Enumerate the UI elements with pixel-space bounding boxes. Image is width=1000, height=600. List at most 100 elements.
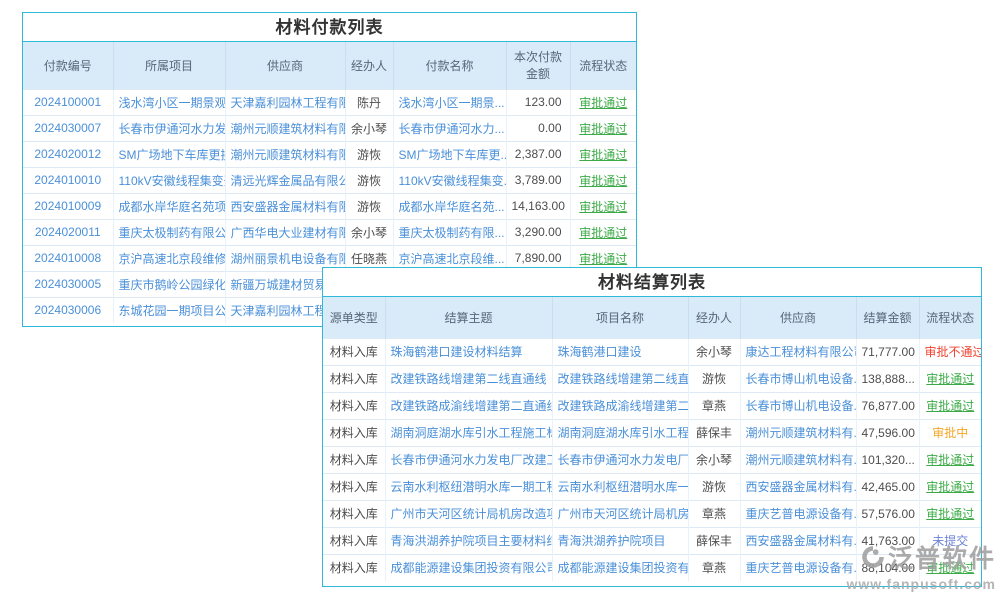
subject-link[interactable]: 长春市伊通河水力发电厂改建工程... bbox=[385, 446, 552, 473]
project-link[interactable]: 京沪高速北京段维修 bbox=[113, 245, 225, 271]
payment-amount: 3,290.00 bbox=[506, 219, 570, 245]
status-link[interactable]: 审批通过 bbox=[919, 500, 981, 527]
supplier-link[interactable]: 重庆艺普电源设备有... bbox=[740, 500, 856, 527]
subject-link[interactable]: 青海洪湖养护院项目主要材料结算 bbox=[385, 527, 552, 554]
status-link[interactable]: 审批不通过 bbox=[919, 338, 981, 365]
subject-link[interactable]: 改建铁路线增建第二线直通线（成... bbox=[385, 365, 552, 392]
payment-table-header-row: 付款编号所属项目供应商经办人付款名称本次付款金额流程状态 bbox=[23, 42, 636, 89]
project-link[interactable]: 珠海鹤港口建设 bbox=[552, 338, 688, 365]
handler-name: 薛保丰 bbox=[688, 419, 740, 446]
supplier-link[interactable]: 广西华电大业建材有限... bbox=[225, 219, 345, 245]
project-link[interactable]: 成都水岸华庭名苑项目... bbox=[113, 193, 225, 219]
payment-id-link[interactable]: 2024010008 bbox=[23, 245, 113, 271]
status-link[interactable]: 审批通过 bbox=[919, 365, 981, 392]
project-link[interactable]: 东城花园一期项目公寓... bbox=[113, 297, 225, 323]
handler-name: 游恢 bbox=[688, 473, 740, 500]
settlement-amount: 42,465.00 bbox=[856, 473, 919, 500]
status-link[interactable]: 审批通过 bbox=[570, 193, 636, 219]
subject-link[interactable]: 成都能源建设集团投资有限公司临... bbox=[385, 554, 552, 581]
table-row: 2024010009成都水岸华庭名苑项目...西安盛器金属材料有限...游恢成都… bbox=[23, 193, 636, 219]
supplier-link[interactable]: 长春市博山机电设备... bbox=[740, 365, 856, 392]
supplier-link[interactable]: 清远光辉金属品有限公司 bbox=[225, 167, 345, 193]
payment-window-title: 材料付款列表 bbox=[23, 13, 636, 42]
source-type: 材料入库 bbox=[323, 338, 385, 365]
column-header-supplier: 供应商 bbox=[225, 42, 345, 89]
column-header-payment-name: 付款名称 bbox=[393, 42, 506, 89]
supplier-link[interactable]: 潮州元顺建筑材料有限... bbox=[225, 115, 345, 141]
table-row: 材料入库珠海鹤港口建设材料结算珠海鹤港口建设余小琴康达工程材料有限公司71,77… bbox=[323, 338, 981, 365]
subject-link[interactable]: 云南水利枢纽潜明水库一期工程施... bbox=[385, 473, 552, 500]
project-link[interactable]: 重庆市鹅岭公园绿化景... bbox=[113, 271, 225, 297]
project-link[interactable]: 湖南洞庭湖水库引水工程... bbox=[552, 419, 688, 446]
status-link[interactable]: 审批通过 bbox=[570, 89, 636, 115]
payment-amount: 0.00 bbox=[506, 115, 570, 141]
payment-id-link[interactable]: 2024020012 bbox=[23, 141, 113, 167]
column-header-supplier: 供应商 bbox=[740, 297, 856, 338]
project-link[interactable]: 改建铁路成渝线增建第二... bbox=[552, 392, 688, 419]
status-link[interactable]: 审批通过 bbox=[570, 167, 636, 193]
supplier-link[interactable]: 潮州元顺建筑材料有... bbox=[740, 446, 856, 473]
column-header-amount: 本次付款金额 bbox=[506, 42, 570, 89]
project-link[interactable]: 青海洪湖养护院项目 bbox=[552, 527, 688, 554]
project-link[interactable]: 广州市天河区统计局机房... bbox=[552, 500, 688, 527]
table-row: 2024100001浅水湾小区一期景观提...天津嘉利园林工程有限...陈丹浅水… bbox=[23, 89, 636, 115]
project-link[interactable]: 110kV安徽线程集变开断... bbox=[113, 167, 225, 193]
payment-name-link[interactable]: 成都水岸华庭名苑... bbox=[393, 193, 506, 219]
source-type: 材料入库 bbox=[323, 473, 385, 500]
payment-name-link[interactable]: 重庆太极制药有限... bbox=[393, 219, 506, 245]
handler-name: 游恢 bbox=[345, 193, 393, 219]
supplier-link[interactable]: 西安盛器金属材料有... bbox=[740, 527, 856, 554]
status-link[interactable]: 审批通过 bbox=[570, 141, 636, 167]
settlement-window-title: 材料结算列表 bbox=[323, 268, 981, 297]
subject-link[interactable]: 广州市天河区统计局机房改造项目... bbox=[385, 500, 552, 527]
status-link[interactable]: 审批通过 bbox=[570, 115, 636, 141]
column-header-status: 流程状态 bbox=[919, 297, 981, 338]
supplier-link[interactable]: 重庆艺普电源设备有... bbox=[740, 554, 856, 581]
subject-link[interactable]: 珠海鹤港口建设材料结算 bbox=[385, 338, 552, 365]
supplier-link[interactable]: 西安盛器金属材料有限... bbox=[225, 193, 345, 219]
payment-id-link[interactable]: 2024010009 bbox=[23, 193, 113, 219]
handler-name: 陈丹 bbox=[345, 89, 393, 115]
status-link[interactable]: 审批通过 bbox=[919, 473, 981, 500]
payment-id-link[interactable]: 2024020011 bbox=[23, 219, 113, 245]
status-link[interactable]: 审批中 bbox=[919, 419, 981, 446]
supplier-link[interactable]: 西安盛器金属材料有... bbox=[740, 473, 856, 500]
project-link[interactable]: 重庆太极制药有限公司... bbox=[113, 219, 225, 245]
payment-name-link[interactable]: 长春市伊通河水力... bbox=[393, 115, 506, 141]
table-row: 2024030007长春市伊通河水力发电...潮州元顺建筑材料有限...余小琴长… bbox=[23, 115, 636, 141]
payment-id-link[interactable]: 2024010010 bbox=[23, 167, 113, 193]
handler-name: 章燕 bbox=[688, 500, 740, 527]
payment-id-link[interactable]: 2024030007 bbox=[23, 115, 113, 141]
table-row: 材料入库湖南洞庭湖水库引水工程施工标材...湖南洞庭湖水库引水工程...薛保丰潮… bbox=[323, 419, 981, 446]
handler-name: 薛保丰 bbox=[688, 527, 740, 554]
project-link[interactable]: 成都能源建设集团投资有... bbox=[552, 554, 688, 581]
project-link[interactable]: 云南水利枢纽潜明水库一... bbox=[552, 473, 688, 500]
status-link[interactable]: 审批通过 bbox=[570, 219, 636, 245]
supplier-link[interactable]: 长春市博山机电设备... bbox=[740, 392, 856, 419]
project-link[interactable]: 长春市伊通河水力发电... bbox=[113, 115, 225, 141]
project-link[interactable]: SM广场地下车库更换摄... bbox=[113, 141, 225, 167]
project-link[interactable]: 浅水湾小区一期景观提... bbox=[113, 89, 225, 115]
payment-id-link[interactable]: 2024030006 bbox=[23, 297, 113, 323]
payment-id-link[interactable]: 2024030005 bbox=[23, 271, 113, 297]
payment-id-link[interactable]: 2024100001 bbox=[23, 89, 113, 115]
project-link[interactable]: 长春市伊通河水力发电厂... bbox=[552, 446, 688, 473]
supplier-link[interactable]: 潮州元顺建筑材料有... bbox=[740, 419, 856, 446]
handler-name: 余小琴 bbox=[688, 446, 740, 473]
supplier-link[interactable]: 康达工程材料有限公司 bbox=[740, 338, 856, 365]
supplier-link[interactable]: 潮州元顺建筑材料有限... bbox=[225, 141, 345, 167]
payment-name-link[interactable]: 110kV安徽线程集变... bbox=[393, 167, 506, 193]
status-link[interactable]: 审批通过 bbox=[919, 446, 981, 473]
watermark-url: www.fanpusoft.com bbox=[847, 576, 996, 592]
handler-name: 余小琴 bbox=[345, 115, 393, 141]
column-header-subject: 结算主题 bbox=[385, 297, 552, 338]
table-row: 材料入库广州市天河区统计局机房改造项目...广州市天河区统计局机房...章燕重庆… bbox=[323, 500, 981, 527]
payment-name-link[interactable]: 浅水湾小区一期景... bbox=[393, 89, 506, 115]
column-header-amount: 结算金额 bbox=[856, 297, 919, 338]
subject-link[interactable]: 湖南洞庭湖水库引水工程施工标材... bbox=[385, 419, 552, 446]
project-link[interactable]: 改建铁路线增建第二线直... bbox=[552, 365, 688, 392]
status-link[interactable]: 审批通过 bbox=[919, 392, 981, 419]
supplier-link[interactable]: 天津嘉利园林工程有限... bbox=[225, 89, 345, 115]
subject-link[interactable]: 改建铁路成渝线增建第二直通线（... bbox=[385, 392, 552, 419]
payment-name-link[interactable]: SM广场地下车库更... bbox=[393, 141, 506, 167]
